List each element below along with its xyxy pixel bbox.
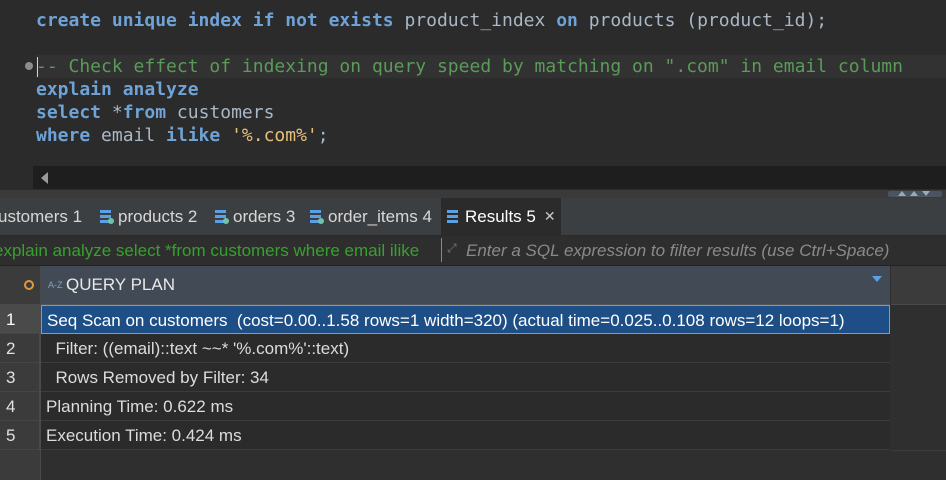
panel-splitter[interactable]: [0, 190, 946, 198]
circle-icon: [24, 280, 34, 290]
row-number: 3: [0, 363, 40, 392]
code-line-1: create unique index if not exists produc…: [36, 9, 827, 32]
code-line-4: select *from customers: [36, 101, 274, 124]
tab-label: products 2: [118, 206, 198, 226]
table-row[interactable]: 5 Execution Time: 0.424 ms: [0, 421, 946, 451]
table-cell[interactable]: Seq Scan on customers (cost=0.00..1.58 r…: [41, 305, 890, 334]
code-text: *: [101, 102, 123, 123]
expand-down-icon[interactable]: [922, 191, 930, 196]
keyword: ilike: [166, 125, 221, 146]
table-cell[interactable]: Execution Time: 0.424 ms: [41, 421, 890, 450]
row-padding: [891, 421, 946, 451]
code-line-3: explain analyze: [36, 79, 199, 100]
row-number: 5: [0, 421, 40, 450]
header-empty-area: [891, 266, 946, 305]
row-number: 2: [0, 334, 40, 363]
table-icon: [310, 209, 324, 224]
text-caret: [37, 57, 38, 77]
code-text: email: [90, 125, 167, 146]
code-text: products (product_id);: [577, 10, 828, 31]
tab-label: order_items 4: [328, 206, 432, 226]
scroll-left-icon[interactable]: [41, 172, 48, 184]
tab-results[interactable]: Results 5 ✕: [441, 198, 561, 235]
tab-orders[interactable]: orders 3: [215, 198, 307, 235]
code-text: ;: [317, 125, 329, 146]
tab-customers[interactable]: ustomers 1: [0, 198, 96, 235]
column-header-query-plan[interactable]: A-Z QUERY PLAN: [41, 266, 890, 305]
table-row[interactable]: 4 Planning Time: 0.622 ms: [0, 392, 946, 422]
table-cell[interactable]: Filter: ((email)::text ~~* '%.com%'::tex…: [41, 334, 890, 363]
table-icon: [215, 209, 229, 224]
table-icon: [447, 209, 459, 224]
table-row[interactable]: 1 Seq Scan on customers (cost=0.00..1.58…: [0, 305, 946, 335]
table-icon: [100, 209, 114, 224]
code-line-5: where email ilike '%.com%';: [36, 124, 329, 147]
table-cell[interactable]: Rows Removed by Filter: 34: [41, 363, 890, 392]
row-number: 4: [0, 392, 40, 421]
results-tab-bar: ustomers 1 products 2 orders 3 order_ite…: [0, 198, 946, 236]
code-text: customers: [166, 102, 275, 123]
row-number: 1: [0, 305, 40, 334]
row-padding: [891, 363, 946, 393]
code-comment: -- Check effect of indexing on query spe…: [36, 56, 903, 77]
row-padding: [891, 392, 946, 422]
code-text: product_index: [393, 10, 557, 31]
row-padding: [891, 305, 946, 335]
results-grid: A-Z QUERY PLAN 1 Seq Scan on customers (…: [0, 266, 946, 480]
tab-order-items[interactable]: order_items 4: [310, 198, 440, 235]
row-padding: [891, 334, 946, 364]
column-title: QUERY PLAN: [66, 275, 175, 294]
keyword: where: [36, 125, 91, 146]
collapse-up-icon[interactable]: [910, 191, 918, 196]
filter-expand-icon[interactable]: ⤢: [447, 241, 461, 255]
text-type-icon: A-Z: [48, 280, 63, 290]
tab-label: ustomers 1: [0, 206, 83, 226]
query-text-label: explain analyze select *from customers w…: [0, 241, 420, 260]
table-cell[interactable]: Planning Time: 0.622 ms: [41, 392, 890, 421]
close-icon[interactable]: ✕: [544, 208, 556, 225]
filter-bar: explain analyze select *from customers w…: [0, 236, 946, 266]
tab-label: orders 3: [233, 206, 296, 226]
keyword: select: [36, 102, 102, 123]
tab-products[interactable]: products 2: [100, 198, 212, 235]
splitter-toggle-button[interactable]: [888, 191, 942, 197]
table-row[interactable]: 2 Filter: ((email)::text ~~* '%.com%'::t…: [0, 334, 946, 364]
sort-icon[interactable]: [872, 276, 882, 282]
keyword: create unique index if not exists: [36, 10, 394, 31]
filter-input[interactable]: Enter a SQL expression to filter results…: [466, 236, 936, 265]
keyword: from: [122, 102, 167, 123]
collapse-up-icon[interactable]: [898, 191, 906, 196]
tab-label: Results 5: [465, 206, 536, 226]
divider: [441, 238, 442, 262]
string-literal: '%.com%': [231, 125, 318, 146]
sql-editor[interactable]: create unique index if not exists produc…: [0, 0, 946, 192]
keyword: on: [556, 10, 578, 31]
horizontal-scrollbar[interactable]: [33, 166, 946, 189]
fold-marker-icon[interactable]: [25, 62, 33, 70]
table-row[interactable]: 3 Rows Removed by Filter: 34: [0, 363, 946, 393]
grid-corner[interactable]: [0, 266, 40, 305]
